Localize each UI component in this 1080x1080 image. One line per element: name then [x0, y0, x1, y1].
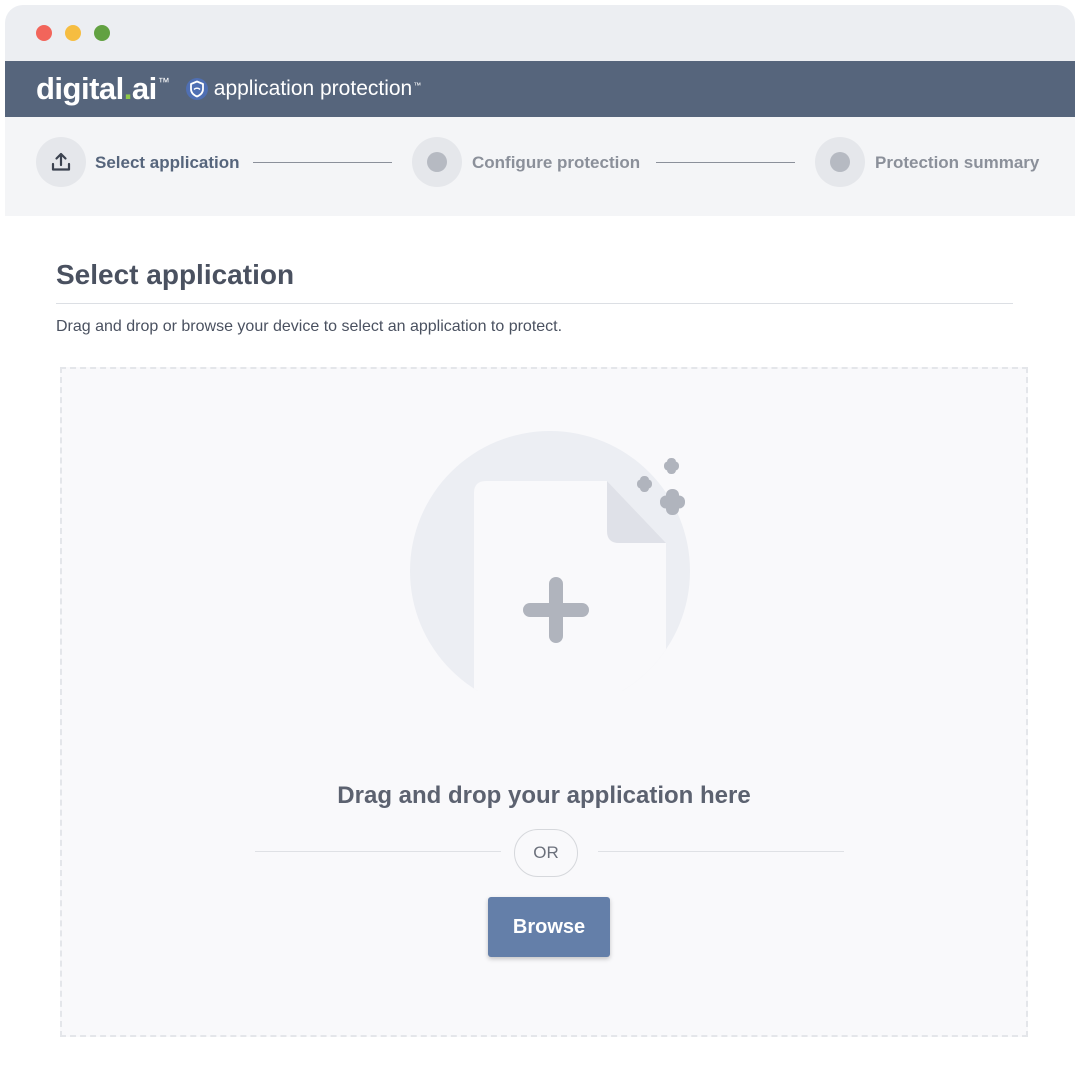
file-dropzone[interactable]: Drag and drop your application here OR B… — [60, 367, 1028, 1037]
brand-logo-dot: . — [123, 71, 133, 106]
page-description: Drag and drop or browse your device to s… — [56, 318, 563, 335]
divider-line — [255, 851, 501, 852]
browser-window: digital.ai ™ application protection ™ Se… — [5, 5, 1075, 1075]
close-window-button[interactable] — [36, 25, 52, 41]
browse-button[interactable]: Browse — [488, 897, 610, 957]
brand-trademark: ™ — [157, 75, 170, 89]
page-title: Select application — [56, 259, 295, 290]
step-configure-protection[interactable]: Configure protection — [472, 153, 640, 173]
dropzone-heading: Drag and drop your application here — [337, 782, 751, 809]
progress-stepper: Select application Configure protection … — [5, 117, 1075, 216]
product-trademark: ™ — [413, 81, 422, 90]
minimize-window-button[interactable] — [65, 25, 81, 41]
add-file-icon — [407, 431, 697, 711]
product-name: application protection — [213, 77, 413, 100]
brand-logo[interactable]: digital.ai — [36, 71, 157, 107]
step-connector — [253, 162, 392, 163]
shield-icon — [185, 77, 208, 101]
divider-line — [598, 851, 844, 852]
brand-logo-main: digital — [36, 71, 124, 106]
window-titlebar — [5, 5, 1075, 61]
title-divider — [56, 303, 1013, 304]
upload-icon — [36, 137, 86, 187]
step-connector — [656, 162, 795, 163]
brand-logo-suffix: ai — [131, 71, 157, 106]
step-dot-icon — [412, 137, 462, 187]
maximize-window-button[interactable] — [94, 25, 110, 41]
app-header: digital.ai ™ application protection ™ — [5, 61, 1075, 117]
step-protection-summary[interactable]: Protection summary — [875, 153, 1039, 173]
step-select-application[interactable]: Select application — [95, 153, 240, 173]
or-separator: OR — [514, 829, 578, 877]
step-dot-icon — [815, 137, 865, 187]
